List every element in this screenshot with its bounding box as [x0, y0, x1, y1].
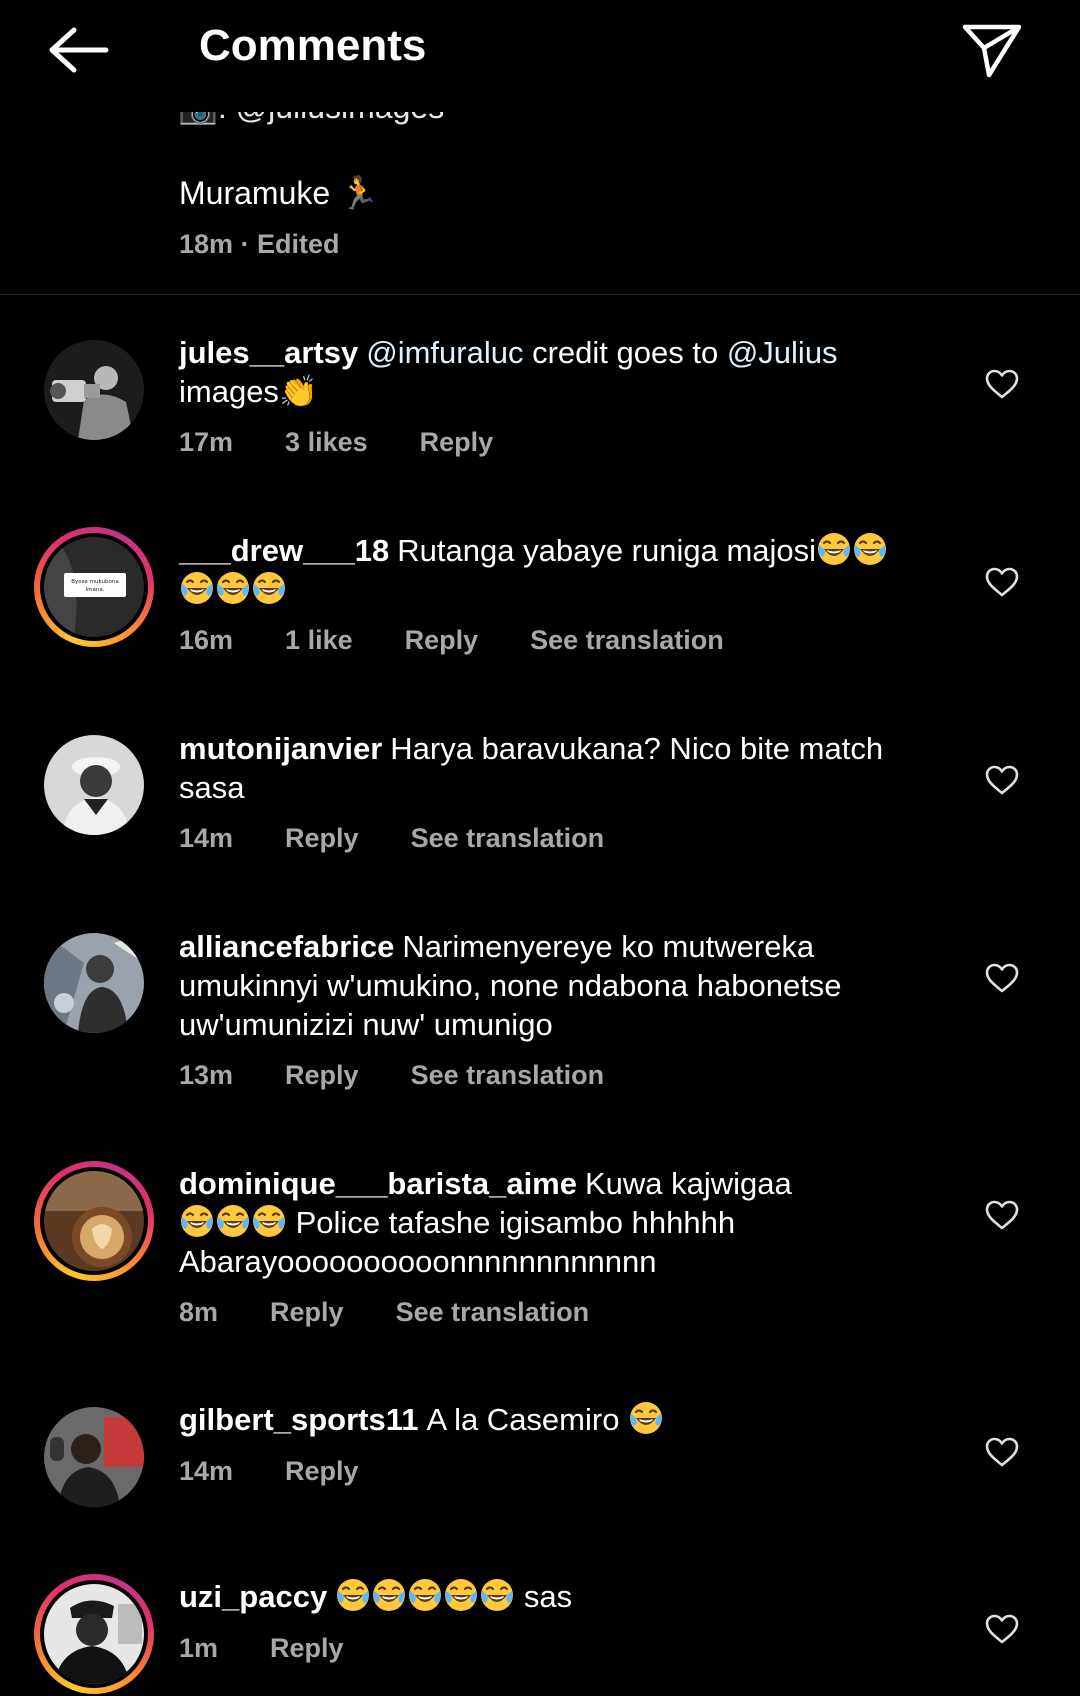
- header-bar: Comments: [0, 0, 1080, 110]
- paper-plane-icon: [962, 24, 1022, 78]
- comment-username[interactable]: dominique___barista_aime: [179, 1166, 577, 1201]
- comment-username[interactable]: alliancefabrice: [179, 929, 394, 964]
- comment-username[interactable]: uzi_paccy: [179, 1579, 327, 1614]
- mention-link[interactable]: @imfuraluc: [366, 335, 523, 370]
- heart-icon[interactable]: [984, 368, 1020, 400]
- see-translation-button[interactable]: See translation: [411, 823, 605, 853]
- comment-meta: 16m 1 like Reply See translation: [179, 623, 776, 657]
- tears-of-joy-emoji: [852, 531, 888, 567]
- tears-of-joy-emoji: [251, 1203, 287, 1239]
- comment-time: 17m: [179, 427, 234, 457]
- tears-of-joy-emoji: [335, 1577, 371, 1613]
- avatar[interactable]: [34, 1161, 154, 1281]
- heart-icon[interactable]: [984, 1199, 1020, 1231]
- comment-time: 13m: [179, 1060, 234, 1090]
- avatar[interactable]: [44, 735, 144, 835]
- comment-text: jules__artsy @imfuraluc credit goes to @J…: [179, 335, 838, 409]
- heart-icon[interactable]: [984, 1436, 1020, 1468]
- reply-button[interactable]: Reply: [285, 1060, 359, 1090]
- tears-of-joy-emoji: [407, 1577, 443, 1613]
- avatar[interactable]: [44, 1407, 144, 1507]
- mention-link[interactable]: @Julius: [727, 335, 838, 370]
- divider: [0, 294, 1080, 295]
- comment-time: 16m: [179, 625, 234, 655]
- tears-of-joy-emoji: [215, 1203, 251, 1239]
- tears-of-joy-emoji: [215, 570, 251, 606]
- comment-time: 8m: [179, 1297, 219, 1327]
- page-title: Comments: [199, 21, 427, 70]
- svg-text:Imana.: Imana.: [86, 587, 105, 593]
- comment-username[interactable]: jules__artsy: [179, 335, 358, 370]
- comment-text: alliancefabrice Narimenyereye ko mutwerek…: [179, 929, 842, 1042]
- comment-meta: 14m Reply: [179, 1454, 411, 1488]
- tears-of-joy-emoji: [251, 570, 287, 606]
- back-button[interactable]: [38, 18, 118, 82]
- tears-of-joy-emoji: [816, 531, 852, 567]
- heart-icon[interactable]: [984, 566, 1020, 598]
- comment-time: 14m: [179, 823, 234, 853]
- caption-meta: 18m · Edited: [179, 229, 340, 259]
- avatar[interactable]: [44, 933, 144, 1033]
- tears-of-joy-emoji: [443, 1577, 479, 1613]
- comment-username[interactable]: ___drew___18: [179, 533, 389, 568]
- tears-of-joy-emoji: [179, 1203, 215, 1239]
- comment-username[interactable]: mutonijanvier: [179, 731, 382, 766]
- reply-button[interactable]: Reply: [405, 625, 479, 655]
- tears-of-joy-emoji: [628, 1400, 664, 1436]
- reply-button[interactable]: Reply: [270, 1633, 344, 1663]
- likes-count[interactable]: 1 like: [285, 625, 353, 655]
- comment-text: mutonijanvier Harya baravukana? Nico bite…: [179, 731, 884, 805]
- share-button[interactable]: [952, 10, 1032, 90]
- svg-text:Byose mukubona: Byose mukubona: [71, 579, 118, 585]
- comment-text: dominique___barista_aime Kuwa kajwigaa Po…: [179, 1166, 792, 1279]
- reply-button[interactable]: Reply: [285, 1456, 359, 1486]
- caption-clipped-line: 📷: @juliusimages: [178, 112, 528, 132]
- see-translation-button[interactable]: See translation: [396, 1297, 590, 1327]
- avatar[interactable]: Byose mukubona Imana.: [34, 527, 154, 647]
- tears-of-joy-emoji: [371, 1577, 407, 1613]
- avatar[interactable]: [34, 1574, 154, 1694]
- heart-icon[interactable]: [984, 764, 1020, 796]
- likes-count[interactable]: 3 likes: [285, 427, 368, 457]
- comment-meta: 1m Reply: [179, 1631, 396, 1665]
- reply-button[interactable]: Reply: [270, 1297, 344, 1327]
- reply-button[interactable]: Reply: [285, 823, 359, 853]
- arrow-left-icon: [49, 27, 109, 73]
- comment-time: 14m: [179, 1456, 234, 1486]
- comment-meta: 14m Reply See translation: [179, 821, 656, 855]
- comment-text: gilbert_sports11 A la Casemiro: [179, 1400, 929, 1439]
- clapping-hands-emoji: 👏: [278, 374, 318, 409]
- comment-meta: 17m 3 likes Reply: [179, 425, 545, 459]
- see-translation-button[interactable]: See translation: [411, 1060, 605, 1090]
- comment-text: ___drew___18 Rutanga yabaye runiga majosi: [179, 531, 929, 609]
- comment-username[interactable]: gilbert_sports11: [179, 1402, 418, 1437]
- heart-icon[interactable]: [984, 1613, 1020, 1645]
- tears-of-joy-emoji: [179, 570, 215, 606]
- reply-button[interactable]: Reply: [420, 427, 494, 457]
- tears-of-joy-emoji: [479, 1577, 515, 1613]
- heart-icon[interactable]: [984, 962, 1020, 994]
- caption-text: Muramuke 🏃: [179, 175, 379, 211]
- comment-meta: 13m Reply See translation: [179, 1058, 656, 1092]
- comment-text: uzi_paccy sas: [179, 1577, 573, 1614]
- avatar[interactable]: [44, 340, 144, 440]
- comment-meta: 8m Reply See translation: [179, 1295, 641, 1329]
- comment-time: 1m: [179, 1633, 219, 1663]
- see-translation-button[interactable]: See translation: [530, 625, 724, 655]
